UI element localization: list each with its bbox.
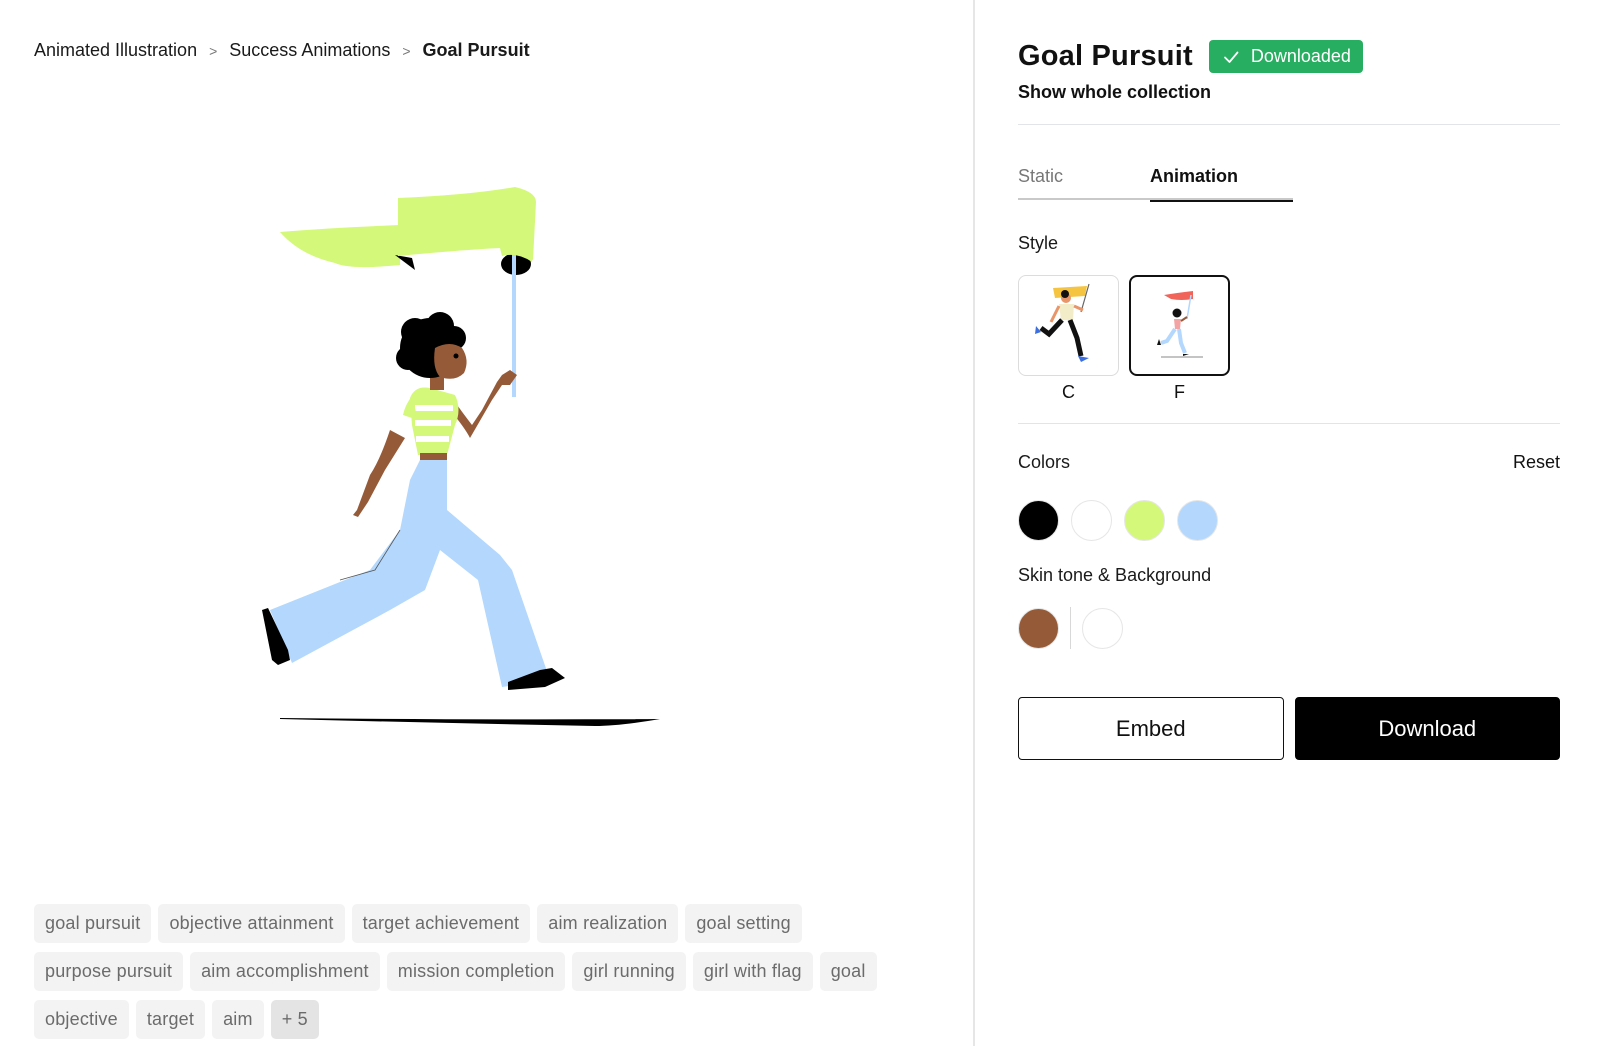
style-option-f[interactable]: F bbox=[1129, 275, 1230, 403]
pants bbox=[270, 460, 550, 687]
tag-chip[interactable]: aim bbox=[212, 1000, 264, 1039]
style-name-c: C bbox=[1062, 382, 1075, 402]
tag-chip[interactable]: aim realization bbox=[537, 904, 679, 943]
tag-chip[interactable]: girl running bbox=[572, 952, 686, 991]
title-row: Goal Pursuit Downloaded bbox=[1018, 40, 1363, 73]
midriff bbox=[420, 453, 447, 461]
style-options: C F bbox=[1018, 275, 1230, 403]
download-button[interactable]: Download bbox=[1294, 697, 1560, 760]
reset-colors-button[interactable]: Reset bbox=[1513, 452, 1560, 473]
color-swatches bbox=[1018, 500, 1218, 541]
illustration-title: Goal Pursuit bbox=[1018, 40, 1193, 72]
skin-background-label: Skin tone & Background bbox=[1018, 565, 1212, 585]
divider bbox=[1018, 423, 1560, 424]
tag-chip[interactable]: objective attainment bbox=[158, 904, 345, 943]
style-thumbnail-f bbox=[1129, 275, 1230, 376]
tag-chip[interactable]: mission completion bbox=[386, 952, 566, 991]
back-arm bbox=[353, 430, 405, 517]
tag-chip[interactable]: objective bbox=[34, 1000, 129, 1039]
tag-chip[interactable]: target bbox=[135, 1000, 206, 1039]
more-tags-button[interactable]: + 5 bbox=[270, 1000, 319, 1039]
tag-list: goal pursuit objective attainment target a… bbox=[34, 904, 914, 1039]
color-swatch-3[interactable] bbox=[1124, 500, 1165, 541]
breadcrumb: Animated Illustration > Success Animatio… bbox=[34, 40, 530, 61]
badge-label: Downloaded bbox=[1250, 46, 1351, 66]
tag-chip[interactable]: girl with flag bbox=[692, 952, 813, 991]
divider bbox=[1018, 124, 1560, 125]
breadcrumb-separator: > bbox=[402, 42, 411, 59]
tag-chip[interactable]: purpose pursuit bbox=[34, 952, 184, 991]
skin-tone-swatch[interactable] bbox=[1018, 607, 1059, 649]
tag-chip[interactable]: goal bbox=[819, 952, 877, 991]
breadcrumb-success-animations[interactable]: Success Animations bbox=[229, 40, 390, 61]
style-label: Style bbox=[1018, 233, 1059, 253]
tab-static[interactable]: Static bbox=[1018, 166, 1150, 200]
illustration-girl-with-flag bbox=[262, 187, 660, 726]
color-swatch-2[interactable] bbox=[1071, 500, 1112, 541]
flag bbox=[280, 187, 536, 275]
tag-chip[interactable]: goal setting bbox=[685, 904, 802, 943]
style-option-c[interactable]: C bbox=[1018, 275, 1119, 403]
color-swatch-1[interactable] bbox=[1018, 500, 1059, 541]
ground-shadow bbox=[280, 718, 660, 726]
swatch-separator bbox=[1070, 607, 1071, 649]
check-icon bbox=[1223, 51, 1239, 63]
style-thumbnail-c bbox=[1018, 275, 1119, 376]
page: Animated Illustration > Success Animatio… bbox=[0, 0, 1600, 1046]
style-name-f: F bbox=[1174, 382, 1185, 402]
front-arm bbox=[450, 370, 517, 438]
skin-background-swatches bbox=[1018, 607, 1123, 649]
action-buttons: Embed Download bbox=[1018, 697, 1560, 760]
flag-tail bbox=[280, 225, 400, 268]
tag-chip[interactable]: aim accomplishment bbox=[190, 952, 380, 991]
shirt bbox=[403, 387, 459, 455]
colors-label: Colors bbox=[1018, 452, 1071, 472]
tag-chip[interactable]: target achievement bbox=[351, 904, 531, 943]
head bbox=[396, 312, 467, 379]
breadcrumb-animated-illustration[interactable]: Animated Illustration bbox=[34, 40, 197, 61]
tab-animation[interactable]: Animation bbox=[1150, 166, 1293, 202]
embed-button[interactable]: Embed bbox=[1018, 697, 1284, 760]
tag-chip[interactable]: goal pursuit bbox=[34, 904, 152, 943]
preview-pane: Animated Illustration > Success Animatio… bbox=[0, 0, 975, 1046]
breadcrumb-current: Goal Pursuit bbox=[422, 40, 530, 60]
view-tabs: Static Animation bbox=[1018, 166, 1293, 202]
color-swatch-4[interactable] bbox=[1177, 500, 1218, 541]
breadcrumb-separator: > bbox=[209, 42, 218, 59]
details-panel: Goal Pursuit Downloaded Show whole colle… bbox=[975, 0, 1600, 1046]
show-whole-collection-link[interactable]: Show whole collection bbox=[1018, 82, 1211, 103]
downloaded-badge: Downloaded bbox=[1208, 40, 1363, 73]
background-swatch[interactable] bbox=[1082, 607, 1123, 649]
